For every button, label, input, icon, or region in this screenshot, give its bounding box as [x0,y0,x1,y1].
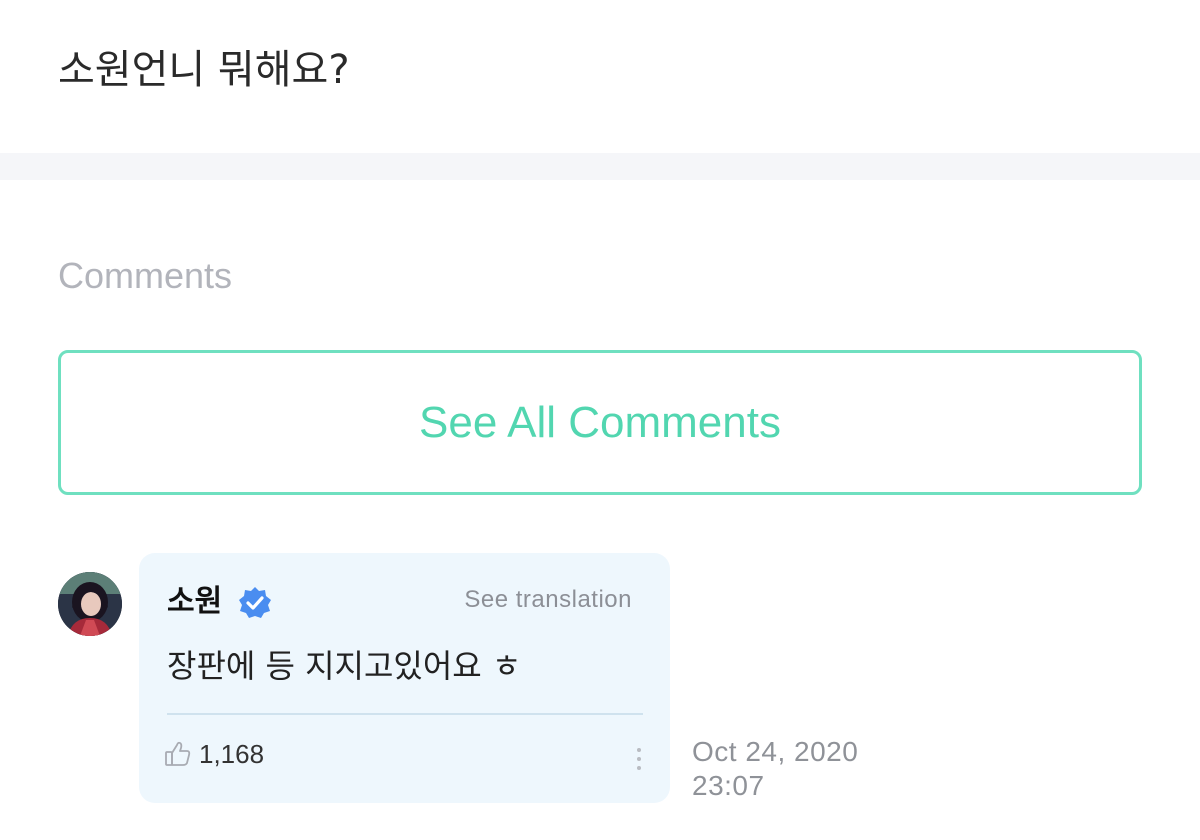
verified-badge-icon [238,586,272,620]
comment-author-name[interactable]: 소원 [167,583,222,621]
thumbs-up-icon [163,739,193,769]
avatar[interactable] [58,572,122,636]
see-translation-link[interactable]: See translation [464,585,632,615]
comment-date: Oct 24, 2020 [692,736,859,767]
comment-time: 23:07 [692,770,765,801]
section-divider [0,153,1200,180]
like-button[interactable]: 1,168 [163,739,264,769]
see-all-comments-button[interactable]: See All Comments [58,350,1142,495]
more-vertical-icon[interactable] [633,745,645,775]
post-title: 소원언니 뭐해요? [58,47,350,93]
comment-card: 소원 See translation 장판에 등 지지고있어요 ㅎ 1,168 [139,553,670,803]
comments-heading: Comments [58,255,233,296]
comment-divider [167,713,643,715]
comment-text: 장판에 등 지지고있어요 ㅎ [167,647,522,685]
comment-timestamp: Oct 24, 2020 23:07 [692,735,858,803]
like-count: 1,168 [199,739,265,769]
see-all-comments-label: See All Comments [419,397,781,447]
avatar-image [58,572,122,636]
